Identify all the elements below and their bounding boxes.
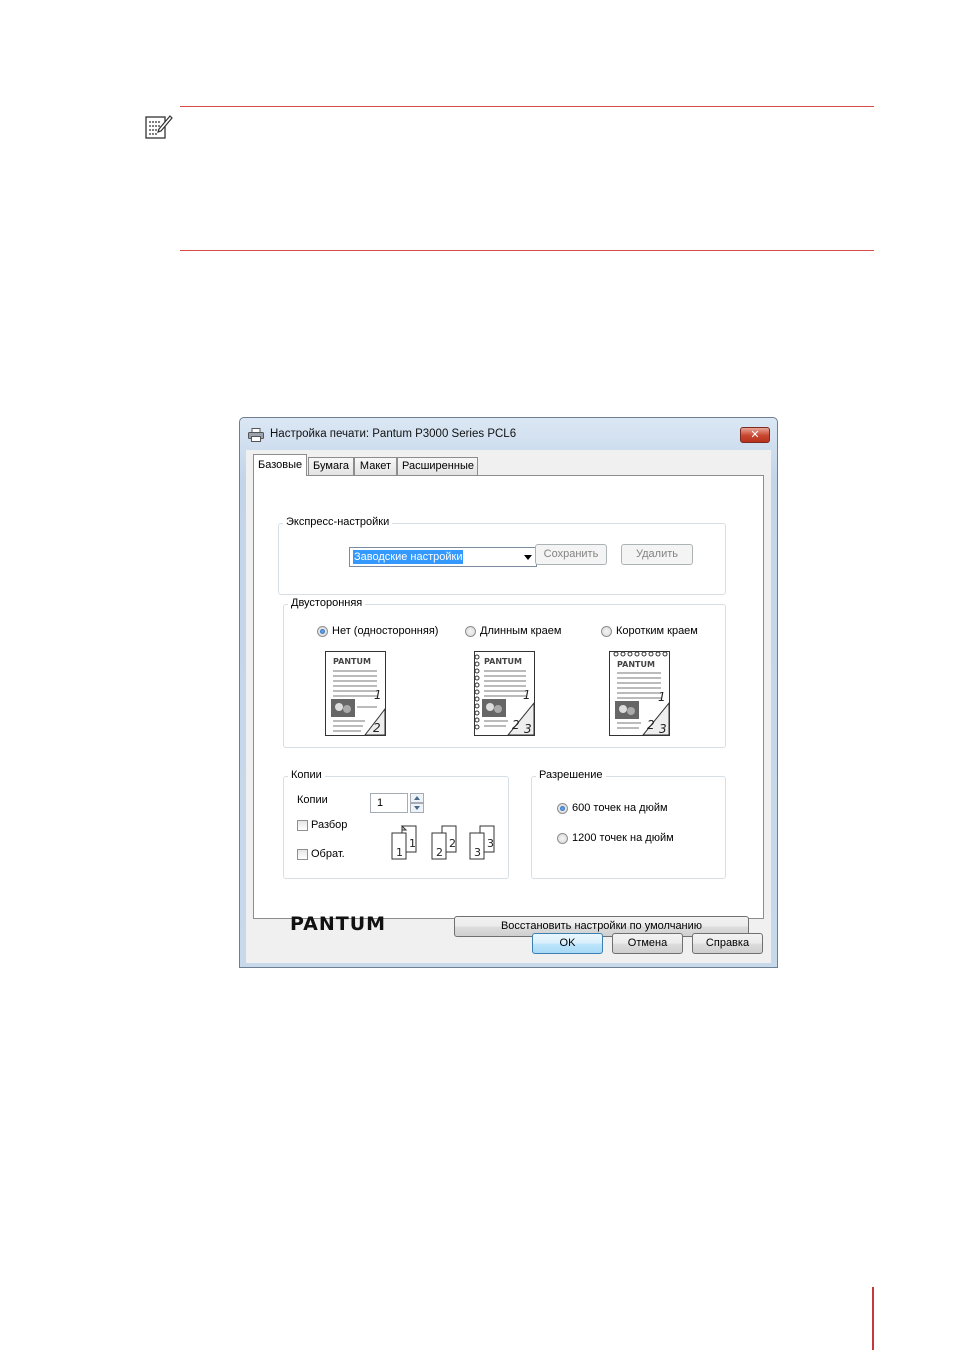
collate-checkbox[interactable] [297, 820, 308, 831]
note-bottom-rule [180, 250, 874, 251]
save-preset-button[interactable]: Сохранить [535, 544, 607, 565]
svg-text:1: 1 [409, 837, 416, 850]
express-settings-group: Экспресс-настройки Заводские настройки С… [278, 516, 726, 595]
svg-text:1: 1 [396, 846, 403, 859]
dialog-title: Настройка печати: Pantum P3000 Series PC… [270, 428, 517, 440]
duplex-none-label: Нет (односторонняя) [332, 625, 439, 637]
collate-illustration: 11 22 33 [391, 825, 495, 860]
copies-value: 1 [377, 797, 384, 809]
page-edge-mark [872, 1287, 874, 1350]
page-brand-text: PANTUM [617, 660, 655, 669]
ok-button[interactable]: OK [532, 933, 603, 954]
delete-preset-button[interactable]: Удалить [621, 544, 693, 565]
page-number-3: 3 [524, 722, 532, 736]
svg-text:3: 3 [487, 837, 494, 850]
page-number-2: 2 [647, 718, 655, 732]
note-top-rule [180, 106, 874, 107]
short-edge-page-illustration: PANTUM 1 2 3 [609, 651, 670, 736]
resolution-group-label: Разрешение [536, 769, 606, 781]
duplex-long-edge-radio[interactable] [465, 626, 476, 637]
svg-text:3: 3 [474, 846, 481, 859]
tab-basic[interactable]: Базовые [253, 454, 307, 476]
copies-label: Копии [297, 794, 328, 806]
duplex-none-radio[interactable] [317, 626, 328, 637]
page-number-2: 2 [373, 721, 381, 735]
copies-group-label: Копии [288, 769, 325, 781]
preset-selected-value: Заводские настройки [353, 550, 464, 564]
cancel-button[interactable]: Отмена [612, 933, 683, 954]
copies-spinner[interactable] [410, 793, 424, 813]
duplex-long-edge-label: Длинным краем [480, 625, 562, 637]
resolution-600-radio[interactable] [557, 803, 568, 814]
duplex-group-label: Двусторонняя [288, 597, 366, 609]
resolution-600-label: 600 точек на дюйм [572, 802, 668, 814]
print-settings-dialog: Настройка печати: Pantum P3000 Series PC… [239, 417, 778, 968]
pantum-logo: PANTUM [290, 913, 387, 935]
page-number-1: 1 [658, 690, 666, 704]
tab-paper[interactable]: Бумага [308, 457, 354, 475]
duplex-group: Двусторонняя Нет (односторонняя) Длинным… [283, 597, 726, 748]
reverse-label: Обрат. [311, 848, 345, 860]
svg-text:2: 2 [436, 846, 443, 859]
duplex-short-edge-radio[interactable] [601, 626, 612, 637]
reverse-checkbox[interactable] [297, 849, 308, 860]
printer-icon [248, 428, 264, 442]
simplex-page-illustration: PANTUM 1 2 [325, 651, 386, 736]
note-icon [145, 115, 173, 139]
resolution-1200-radio[interactable] [557, 833, 568, 844]
resolution-group: Разрешение 600 точек на дюйм 1200 точек … [531, 769, 726, 879]
page-number-1: 1 [523, 688, 531, 702]
svg-text:2: 2 [449, 837, 456, 850]
long-edge-page-illustration: PANTUM 1 2 3 [474, 651, 535, 736]
close-icon[interactable]: ✕ [740, 427, 770, 443]
tab-advanced[interactable]: Расширенные [397, 457, 478, 475]
dialog-client-area: Базовые Бумага Макет Расширенные Экспрес… [246, 450, 771, 963]
collate-label: Разбор [311, 819, 348, 831]
dropdown-arrow-icon[interactable] [524, 555, 532, 560]
duplex-short-edge-label: Коротким краем [616, 625, 698, 637]
page-brand-text: PANTUM [484, 657, 522, 666]
express-settings-label: Экспресс-настройки [283, 516, 393, 528]
preset-combo[interactable]: Заводские настройки [349, 547, 537, 567]
resolution-1200-label: 1200 точек на дюйм [572, 832, 674, 844]
page-number-1: 1 [374, 688, 382, 702]
page-brand-text: PANTUM [333, 657, 371, 666]
tab-layout[interactable]: Макет [354, 457, 397, 475]
copies-group: Копии Копии 1 Разбор Обрат. 1 1 2 2 3 3 [283, 769, 509, 879]
tab-panel-basic: Экспресс-настройки Заводские настройки С… [253, 475, 764, 937]
copies-input[interactable]: 1 [370, 793, 408, 813]
page-number-3: 3 [659, 722, 667, 736]
page-number-2: 2 [512, 718, 520, 732]
help-button[interactable]: Справка [692, 933, 763, 954]
